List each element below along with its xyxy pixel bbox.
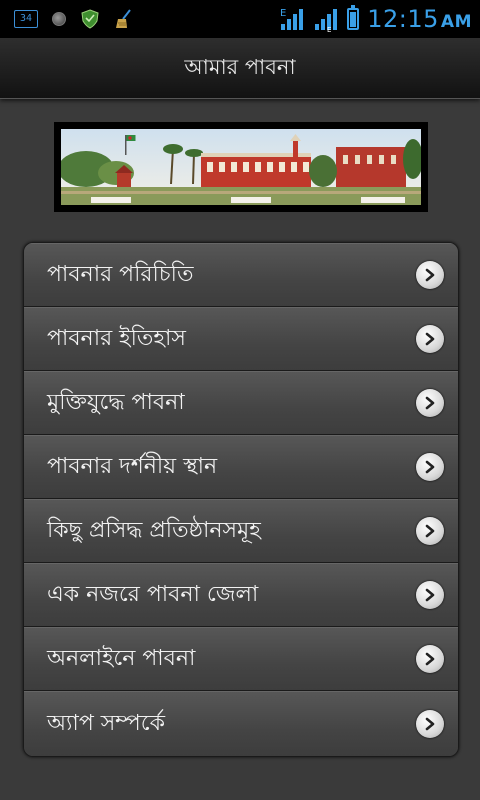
network-type-label: E (280, 8, 286, 19)
clock: 12:15 AM (367, 5, 472, 33)
menu-item-label: পাবনার পরিচিতি (47, 261, 194, 287)
chevron-right-icon[interactable] (416, 581, 444, 609)
menu-item[interactable]: কিছু প্রসিদ্ধ প্রতিষ্ঠানসমূহ (24, 499, 458, 563)
menu-item-label: কিছু প্রসিদ্ধ প্রতিষ্ঠানসমূহ (47, 517, 261, 543)
status-bar: 34 E E 12:15 AM (0, 0, 480, 38)
clock-ampm: AM (440, 12, 472, 32)
menu-item-label: অনলাইনে পাবনা (47, 645, 196, 671)
menu-item[interactable]: এক নজরে পাবনা জেলা (24, 563, 458, 627)
clock-time: 12:15 (367, 5, 439, 33)
chevron-right-icon[interactable] (416, 517, 444, 545)
record-icon (52, 12, 66, 26)
menu-item[interactable]: পাবনার দর্শনীয় স্থান (24, 435, 458, 499)
chevron-right-icon[interactable] (416, 645, 444, 673)
menu-item-label: অ্যাপ সম্পর্কে (47, 710, 165, 736)
signal-icon-2: E (315, 9, 338, 32)
main-menu: পাবনার পরিচিতি পাবনার ইতিহাস মুক্তিযুদ্ধে … (23, 242, 459, 757)
chevron-right-icon[interactable] (416, 325, 444, 353)
chevron-right-icon[interactable] (416, 261, 444, 289)
menu-item-label: পাবনার দর্শনীয় স্থান (47, 453, 218, 479)
notification-count-icon: 34 (14, 10, 38, 28)
banner-image (54, 122, 428, 212)
chevron-right-icon[interactable] (416, 453, 444, 481)
network-type-label-2: E (327, 26, 331, 32)
menu-item[interactable]: অনলাইনে পাবনা (24, 627, 458, 691)
shield-icon (81, 9, 99, 29)
menu-item-label: পাবনার ইতিহাস (47, 325, 186, 351)
chevron-right-icon[interactable] (416, 710, 444, 738)
chevron-right-icon[interactable] (416, 389, 444, 417)
signal-icon: E (280, 8, 304, 30)
menu-item[interactable]: পাবনার পরিচিতি (24, 243, 458, 307)
broom-icon (116, 9, 131, 28)
menu-item-label: মুক্তিযুদ্ধে পাবনা (47, 389, 185, 415)
battery-icon (347, 5, 360, 30)
menu-item[interactable]: পাবনার ইতিহাস (24, 307, 458, 371)
menu-item[interactable]: মুক্তিযুদ্ধে পাবনা (24, 371, 458, 435)
building-photo (61, 129, 421, 205)
menu-item[interactable]: অ্যাপ সম্পর্কে (24, 691, 458, 756)
menu-item-label: এক নজরে পাবনা জেলা (47, 581, 259, 607)
page-title: আমার পাবনা (184, 54, 296, 79)
app-title-bar: আমার পাবনা (0, 38, 480, 99)
